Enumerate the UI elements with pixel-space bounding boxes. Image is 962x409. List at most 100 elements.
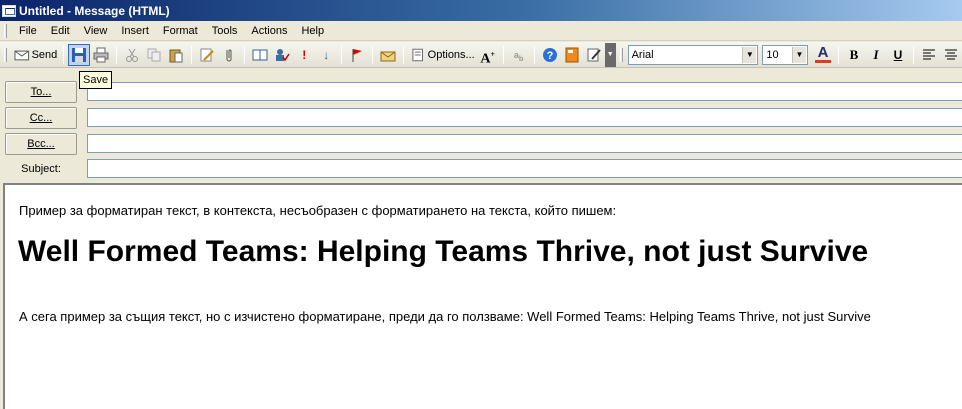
- to-field[interactable]: [87, 82, 962, 101]
- align-center-icon: [944, 49, 957, 59]
- chevron-down-icon: ▼: [606, 51, 614, 58]
- permission-button[interactable]: [377, 44, 399, 66]
- flag-icon: [352, 48, 363, 62]
- cc-button[interactable]: Cc...: [5, 107, 77, 129]
- bcc-field[interactable]: [87, 134, 962, 153]
- menu-format[interactable]: Format: [156, 23, 205, 39]
- menu-file[interactable]: File: [12, 23, 44, 39]
- copy-icon: [147, 48, 161, 61]
- chevron-down-icon: ▼: [791, 46, 806, 63]
- body-paragraph-intro: Пример за форматиран текст, в контекста,…: [19, 203, 617, 218]
- edit-document-button[interactable]: [583, 44, 605, 66]
- help-button[interactable]: ?: [539, 44, 561, 66]
- menubar-grip[interactable]: [4, 23, 7, 38]
- exclamation-icon: !: [302, 47, 307, 62]
- toolbar-overflow-button[interactable]: ▼: [604, 42, 616, 67]
- font-grow-icon: A+: [480, 49, 496, 67]
- underline-icon: U: [893, 47, 903, 62]
- toolbar-separator: [244, 45, 246, 64]
- save-button[interactable]: [68, 43, 91, 66]
- font-name-select[interactable]: Arial ▼: [627, 44, 759, 65]
- high-importance-button[interactable]: !: [293, 44, 315, 66]
- formatting-toolbar: Send ! ↓ Options... A+ ab ? ▼ Arial ▼ 10…: [0, 42, 962, 68]
- font-size-select[interactable]: 10 ▼: [762, 44, 808, 65]
- low-importance-button[interactable]: ↓: [315, 44, 337, 66]
- menu-edit[interactable]: Edit: [44, 23, 77, 39]
- cc-row: Cc...: [0, 106, 962, 130]
- align-left-button[interactable]: [918, 44, 940, 66]
- chevron-down-icon: ▼: [742, 46, 757, 63]
- to-row: To...: [0, 80, 962, 104]
- bold-button[interactable]: B: [843, 44, 865, 66]
- paste-button[interactable]: [165, 44, 187, 66]
- follow-up-flag-button[interactable]: [346, 44, 368, 66]
- spelling-language-button[interactable]: ab: [508, 44, 530, 66]
- check-names-icon: [276, 48, 290, 61]
- window-title: Untitled - Message (HTML): [19, 3, 170, 18]
- cc-field[interactable]: [87, 108, 962, 127]
- clipboard-icon: [169, 49, 183, 62]
- paperclip-icon: [226, 49, 232, 61]
- toolbar-separator: [341, 45, 343, 64]
- subject-field[interactable]: [87, 159, 962, 178]
- menu-insert[interactable]: Insert: [114, 23, 156, 39]
- font-color-button[interactable]: A: [812, 44, 834, 66]
- check-names-button[interactable]: [271, 44, 293, 66]
- document-orange-icon: [565, 47, 579, 62]
- font-color-icon: A: [814, 45, 831, 63]
- title-bar: Untitled - Message (HTML): [0, 0, 962, 21]
- copy-button[interactable]: [143, 44, 165, 66]
- send-label: Send: [31, 48, 58, 61]
- abc-spell-icon: ab: [513, 49, 524, 63]
- format-toolbar-grip[interactable]: [619, 47, 623, 62]
- to-button[interactable]: To...: [5, 81, 77, 103]
- underline-button[interactable]: U: [887, 44, 909, 66]
- toolbar-separator: [116, 45, 118, 64]
- arrow-down-icon: ↓: [323, 47, 330, 62]
- italic-button[interactable]: I: [865, 44, 887, 66]
- spelling-icon: [200, 48, 214, 61]
- menu-help[interactable]: Help: [294, 23, 331, 39]
- save-icon: [72, 47, 87, 62]
- save-tooltip: Save: [79, 71, 113, 89]
- envelope-lock-icon: [380, 51, 396, 61]
- align-left-icon: [922, 49, 935, 59]
- toolbar-separator: [372, 45, 374, 64]
- options-button[interactable]: Options...: [408, 44, 476, 66]
- address-book-icon: [252, 49, 268, 60]
- toolbar-grip[interactable]: [4, 47, 7, 62]
- bcc-label: Bcc...: [27, 138, 55, 150]
- cut-button[interactable]: [121, 44, 143, 66]
- message-body-editor[interactable]: Пример за форматиран текст, в контекста,…: [3, 183, 962, 409]
- menu-bar: File Edit View Insert Format Tools Actio…: [0, 21, 962, 41]
- bcc-button[interactable]: Bcc...: [5, 133, 77, 155]
- subject-label: Subject:: [21, 163, 61, 175]
- print-button[interactable]: [90, 44, 112, 66]
- font-size-value: 10: [766, 48, 779, 61]
- body-heading: Well Formed Teams: Helping Teams Thrive,…: [18, 235, 869, 268]
- cc-label: Cc...: [29, 112, 53, 124]
- attach-file-button[interactable]: [218, 44, 240, 66]
- toolbar-separator: [912, 45, 914, 64]
- menu-view[interactable]: View: [77, 23, 115, 39]
- toolbar-separator: [191, 45, 193, 64]
- options-label: Options...: [427, 48, 475, 61]
- toolbar-separator: [837, 45, 839, 64]
- toolbar-separator: [502, 45, 504, 64]
- svg-text:?: ?: [546, 50, 553, 62]
- document-edit-icon: [587, 48, 601, 61]
- send-button[interactable]: Send: [12, 44, 59, 66]
- spelling-button[interactable]: [196, 44, 218, 66]
- menu-actions[interactable]: Actions: [244, 23, 294, 39]
- help-icon: ?: [542, 47, 557, 62]
- options-icon: [412, 48, 424, 61]
- menu-tools[interactable]: Tools: [205, 23, 245, 39]
- stationery-button[interactable]: [561, 44, 583, 66]
- font-size-grow-button[interactable]: A+: [477, 44, 499, 67]
- address-book-button[interactable]: [249, 44, 271, 66]
- align-center-button[interactable]: [940, 44, 962, 66]
- toolbar-separator: [403, 45, 405, 64]
- bcc-row: Bcc...: [0, 132, 962, 156]
- to-label: To...: [30, 86, 52, 98]
- send-icon: [14, 50, 30, 60]
